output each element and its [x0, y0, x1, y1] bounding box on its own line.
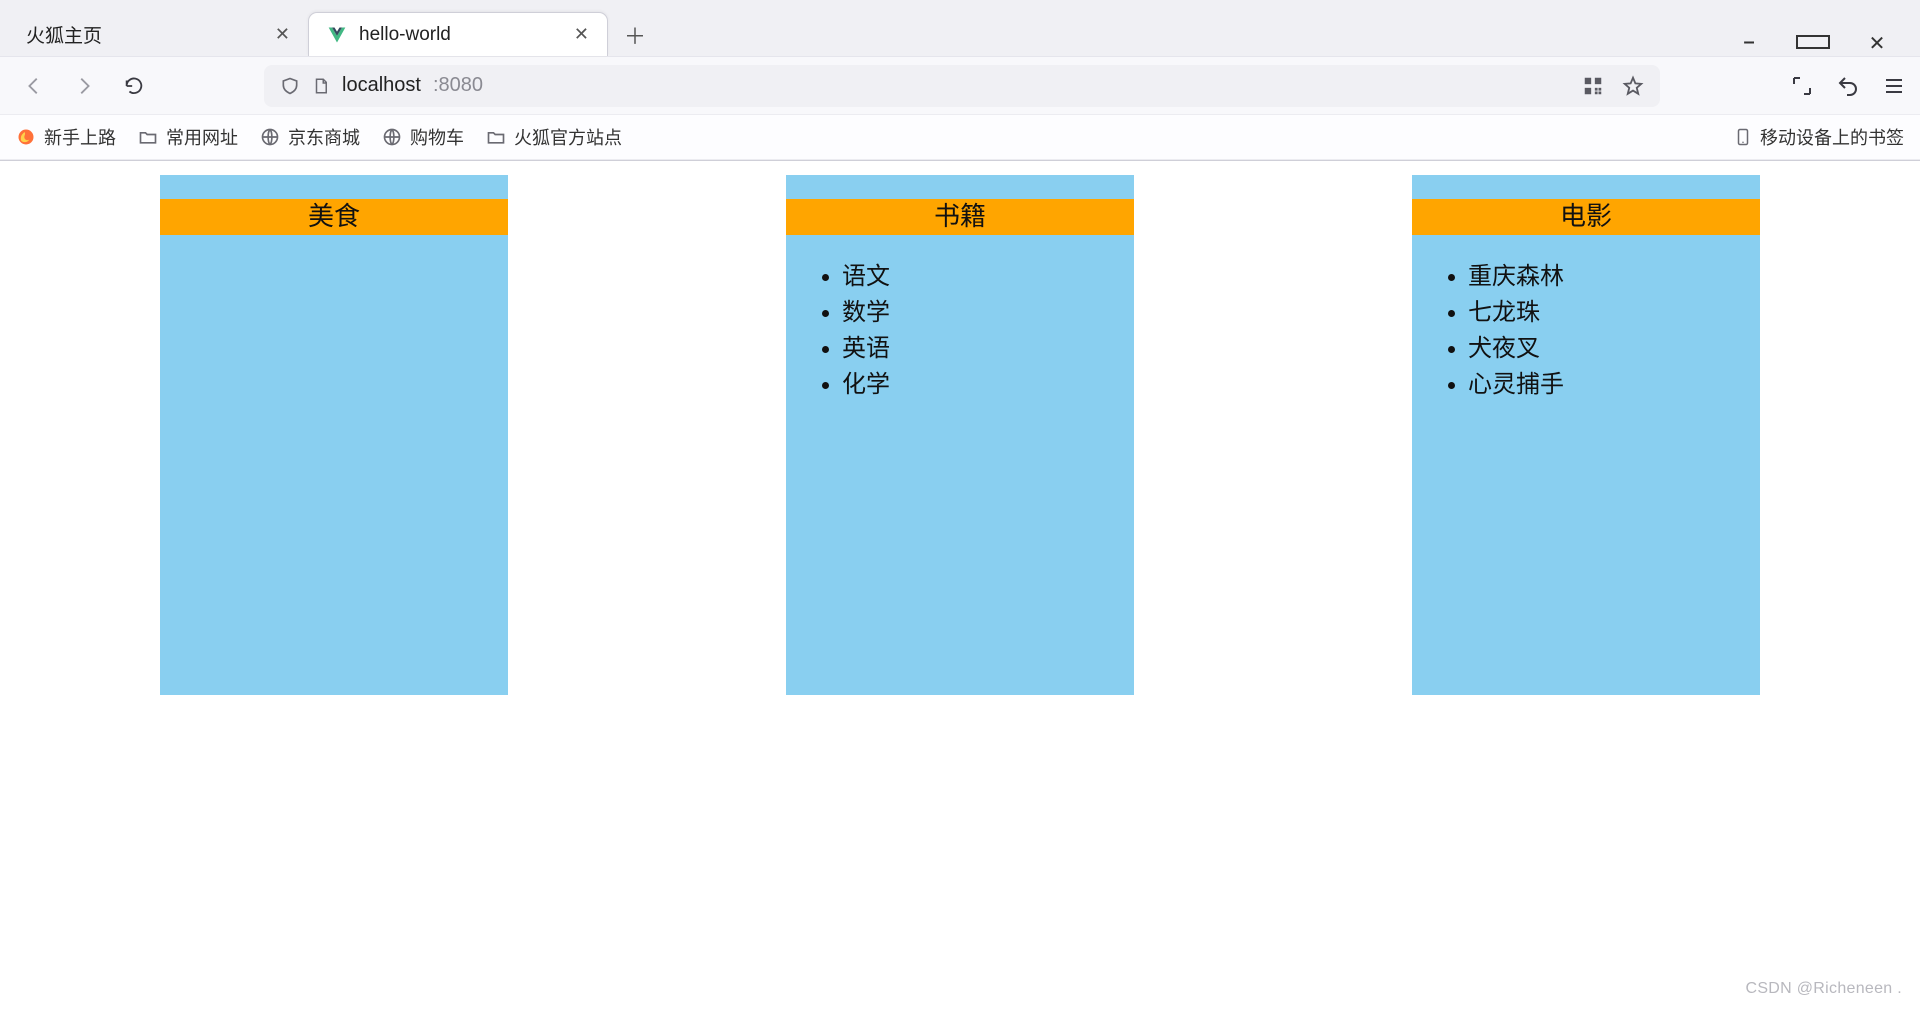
watermark: CSDN @Richeneen .: [1745, 980, 1902, 998]
window-maximize-button[interactable]: [1796, 31, 1830, 56]
card-food: 美食: [160, 175, 508, 695]
bookmark-star-icon[interactable]: [1622, 75, 1644, 97]
window-minimize-button[interactable]: [1732, 31, 1766, 56]
bookmark-mobile[interactable]: 移动设备上的书签: [1734, 124, 1904, 150]
bookmark-jd[interactable]: 京东商城: [260, 124, 360, 150]
shield-icon: [280, 75, 300, 97]
page-icon: [312, 76, 330, 96]
card-title: 美食: [160, 199, 508, 235]
vue-icon: [327, 25, 347, 45]
folder-icon: [486, 127, 506, 147]
screenshot-icon[interactable]: [1790, 74, 1814, 98]
url-host: localhost: [342, 74, 421, 97]
close-icon[interactable]: ✕: [275, 24, 290, 45]
bookmarks-bar: 新手上路 常用网址 京东商城 购物车 火狐官方站点: [0, 114, 1920, 160]
page-content: 美食 书籍 语文 数学 英语 化学 电影 重庆森林 七龙珠 犬夜叉 心灵捕手: [0, 161, 1920, 709]
tab-firefox-home[interactable]: 火狐主页 ✕: [8, 12, 308, 56]
list-item: 犬夜叉: [1468, 331, 1750, 367]
reload-button[interactable]: [114, 66, 154, 106]
window-close-button[interactable]: [1860, 31, 1894, 56]
bookmark-getting-started[interactable]: 新手上路: [16, 124, 116, 150]
browser-chrome: 火狐主页 ✕ hello-world ✕ ＋: [0, 0, 1920, 161]
globe-icon: [382, 127, 402, 147]
bookmark-label: 常用网址: [166, 124, 238, 150]
card-list: [160, 235, 508, 259]
menu-icon[interactable]: [1882, 74, 1906, 98]
tab-title: hello-world: [359, 24, 562, 46]
bookmark-label: 京东商城: [288, 124, 360, 150]
toolbar-right: [1790, 74, 1906, 98]
bookmark-label: 移动设备上的书签: [1760, 124, 1904, 150]
forward-button[interactable]: [64, 66, 104, 106]
url-bar[interactable]: localhost :8080: [264, 65, 1660, 107]
tab-title: 火狐主页: [26, 21, 263, 48]
list-item: 化学: [842, 367, 1124, 403]
url-port: :8080: [433, 74, 483, 97]
list-item: 心灵捕手: [1468, 367, 1750, 403]
card-list: 重庆森林 七龙珠 犬夜叉 心灵捕手: [1412, 235, 1760, 403]
device-icon: [1734, 126, 1752, 148]
list-item: 数学: [842, 295, 1124, 331]
folder-icon: [138, 127, 158, 147]
url-actions: [1582, 75, 1644, 97]
card-row: 美食 书籍 语文 数学 英语 化学 电影 重庆森林 七龙珠 犬夜叉 心灵捕手: [160, 175, 1760, 695]
list-item: 语文: [842, 259, 1124, 295]
undo-icon[interactable]: [1836, 74, 1860, 98]
list-item: 七龙珠: [1468, 295, 1750, 331]
qr-icon[interactable]: [1582, 75, 1604, 97]
toolbar: localhost :8080: [0, 56, 1920, 114]
back-button[interactable]: [14, 66, 54, 106]
bookmark-label: 新手上路: [44, 124, 116, 150]
bookmark-label: 购物车: [410, 124, 464, 150]
tab-strip: 火狐主页 ✕ hello-world ✕ ＋: [0, 0, 1920, 56]
list-item: 重庆森林: [1468, 259, 1750, 295]
bookmark-cart[interactable]: 购物车: [382, 124, 464, 150]
tab-hello-world[interactable]: hello-world ✕: [308, 12, 608, 56]
card-movies: 电影 重庆森林 七龙珠 犬夜叉 心灵捕手: [1412, 175, 1760, 695]
card-books: 书籍 语文 数学 英语 化学: [786, 175, 1134, 695]
bookmark-common-sites[interactable]: 常用网址: [138, 124, 238, 150]
bookmark-firefox-official[interactable]: 火狐官方站点: [486, 124, 622, 150]
globe-icon: [260, 127, 280, 147]
firefox-icon: [16, 127, 36, 147]
close-icon[interactable]: ✕: [574, 24, 589, 45]
new-tab-button[interactable]: ＋: [614, 14, 656, 56]
card-title: 书籍: [786, 199, 1134, 235]
card-title: 电影: [1412, 199, 1760, 235]
window-controls: [1732, 31, 1912, 56]
bookmark-label: 火狐官方站点: [514, 124, 622, 150]
list-item: 英语: [842, 331, 1124, 367]
card-list: 语文 数学 英语 化学: [786, 235, 1134, 403]
